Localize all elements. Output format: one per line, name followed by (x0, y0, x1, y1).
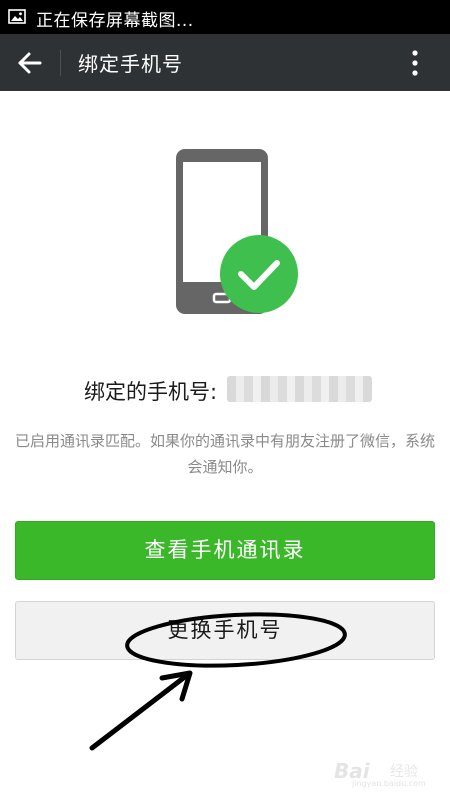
bound-number-redacted (227, 376, 372, 402)
more-vertical-icon[interactable] (402, 46, 428, 80)
view-contacts-button[interactable]: 查看手机通讯录 (15, 521, 435, 580)
watermark-text: 经验 (390, 764, 418, 780)
phone-check-icon (170, 146, 305, 321)
contact-matching-notice: 已启用通讯录匹配。如果你的通讯录中有朋友注册了微信，系统会通知你。 (14, 432, 435, 476)
toolbar-divider (60, 50, 61, 76)
status-bar: 正在保存屏幕截图... (0, 0, 450, 34)
annotation-arrow-head (159, 670, 193, 702)
image-icon (8, 9, 26, 24)
annotation-arrow-shaft (89, 673, 189, 751)
change-number-button[interactable]: 更换手机号 (15, 601, 435, 660)
page-title: 绑定手机号 (78, 52, 183, 76)
annotation-overlay (89, 612, 347, 751)
bound-number-label: 绑定的手机号: (84, 380, 218, 404)
watermark-url: jingyan.baidu.com (352, 779, 426, 788)
arrow-left-icon[interactable] (12, 46, 48, 80)
status-notification-text: 正在保存屏幕截图... (36, 11, 194, 31)
baidu-jingyan-watermark: Bai 经验 jingyan.baidu.com (332, 745, 448, 791)
toolbar: 绑定手机号 (0, 34, 450, 91)
